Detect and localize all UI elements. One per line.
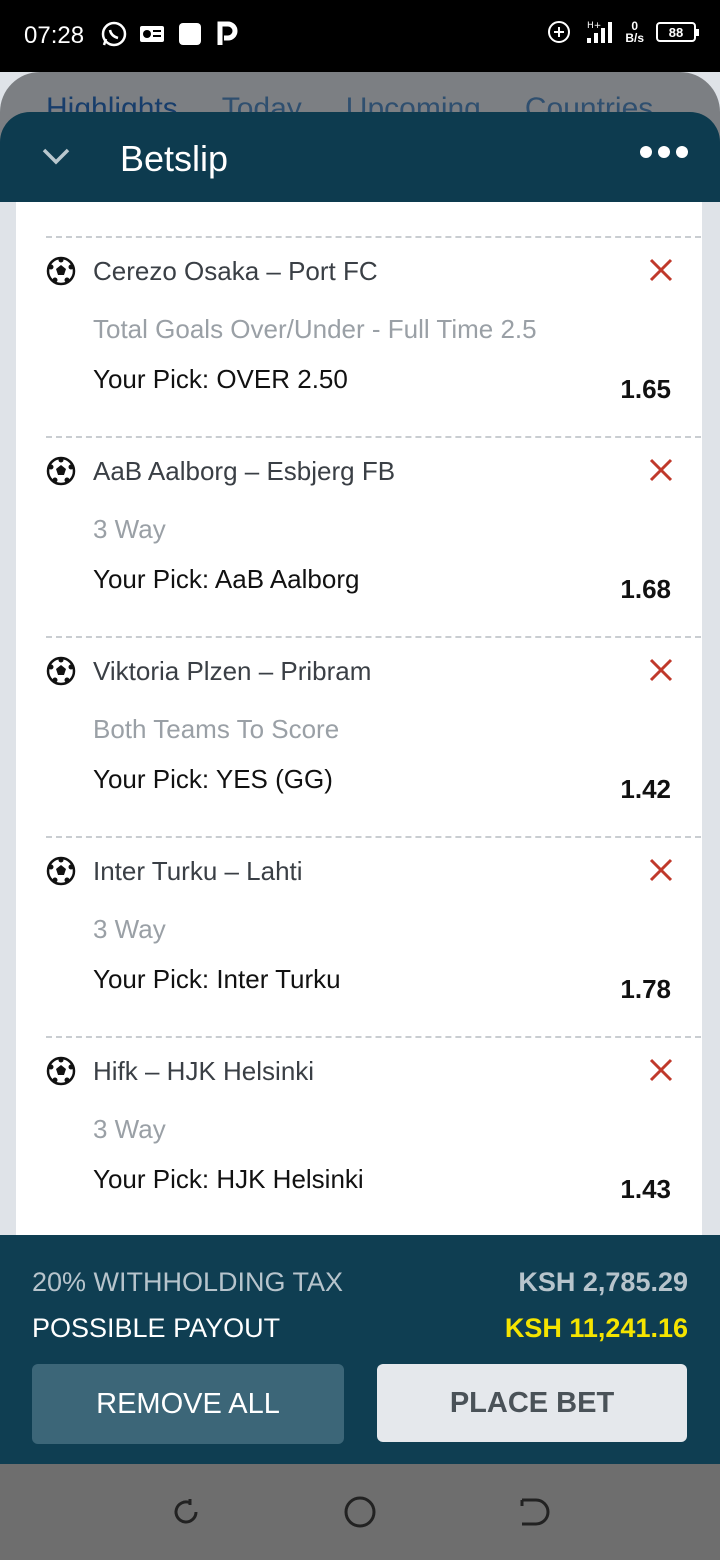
market-name: Both Teams To Score: [93, 714, 340, 744]
soccer-ball-icon: [46, 256, 76, 286]
bet-item: AaB Aalborg – Esbjerg FB 3 Way Your Pick…: [46, 436, 701, 636]
soccer-ball-icon: [46, 656, 76, 686]
match-name: AaB Aalborg – Esbjerg FB: [93, 456, 396, 486]
odds-value: 1.42: [620, 774, 671, 804]
soccer-ball-icon: [46, 456, 76, 486]
market-name: 3 Way: [93, 514, 166, 544]
your-pick: Your Pick: YES (GG): [93, 764, 333, 794]
close-icon[interactable]: [647, 456, 675, 484]
battery-icon: 88: [656, 22, 699, 42]
close-icon[interactable]: [647, 656, 675, 684]
data-saver-icon: [545, 18, 573, 46]
soccer-ball-icon: [46, 1056, 76, 1086]
outlook-icon: [138, 20, 166, 48]
withholding-tax-value: KSH 2,785.29: [518, 1267, 688, 1297]
network-speed: 0 B/s: [625, 19, 644, 45]
close-icon[interactable]: [647, 856, 675, 884]
your-pick: Your Pick: Inter Turku: [93, 964, 341, 994]
market-name: Total Goals Over/Under - Full Time 2.5: [93, 314, 537, 344]
bet-item: Viktoria Plzen – Pribram Both Teams To S…: [46, 636, 701, 836]
possible-payout-label: POSSIBLE PAYOUT: [32, 1313, 281, 1343]
withholding-tax-label: 20% WITHHOLDING TAX: [32, 1267, 344, 1297]
market-name: 3 Way: [93, 1114, 166, 1144]
betslip-footer: 20% WITHHOLDING TAX KSH 2,785.29 POSSIBL…: [0, 1235, 720, 1464]
match-name: Viktoria Plzen – Pribram: [93, 656, 372, 686]
possible-payout-value: KSH 11,241.16: [504, 1313, 688, 1343]
your-pick: Your Pick: AaB Aalborg: [93, 564, 360, 594]
remove-all-button[interactable]: REMOVE ALL: [32, 1364, 344, 1444]
place-bet-button[interactable]: PLACE BET: [377, 1364, 687, 1442]
market-name: 3 Way: [93, 914, 166, 944]
p-icon: [214, 20, 242, 48]
match-name: Cerezo Osaka – Port FC: [93, 256, 378, 286]
close-icon[interactable]: [647, 256, 675, 284]
status-bar: 07:28 H+ 0 B/s 88: [0, 0, 720, 72]
match-name: Hifk – HJK Helsinki: [93, 1056, 315, 1086]
betslip-title: Betslip: [120, 138, 229, 179]
more-options-icon[interactable]: [640, 146, 688, 158]
home-icon[interactable]: [342, 1494, 378, 1530]
match-name: Inter Turku – Lahti: [93, 856, 303, 886]
signal-icon: H+: [585, 18, 613, 46]
odds-value: 1.68: [620, 574, 671, 604]
odds-value: 1.43: [620, 1174, 671, 1204]
close-icon[interactable]: [647, 1056, 675, 1084]
svg-text:H+: H+: [587, 21, 601, 31]
recent-apps-icon[interactable]: [168, 1494, 204, 1530]
navigation-bar: [0, 1464, 720, 1560]
odds-value: 1.65: [620, 374, 671, 404]
chevron-down-icon[interactable]: [40, 140, 72, 172]
betslip-header: Betslip: [0, 112, 720, 202]
whatsapp-icon: [100, 20, 128, 48]
bet-item: Hifk – HJK Helsinki 3 Way Your Pick: HJK…: [46, 1036, 701, 1235]
your-pick: Your Pick: HJK Helsinki: [93, 1164, 364, 1194]
bet-item: Cerezo Osaka – Port FC Total Goals Over/…: [46, 236, 701, 436]
app-icon: [176, 20, 204, 48]
soccer-ball-icon: [46, 856, 76, 886]
betslip-body: Cerezo Osaka – Port FC Total Goals Over/…: [0, 202, 720, 1235]
betslip-sheet: Betslip Cerezo Osaka – Port FC Total Goa…: [0, 112, 720, 1464]
back-icon[interactable]: [516, 1494, 552, 1530]
bet-list[interactable]: Cerezo Osaka – Port FC Total Goals Over/…: [16, 202, 702, 1235]
bet-item: Inter Turku – Lahti 3 Way Your Pick: Int…: [46, 836, 701, 1036]
your-pick: Your Pick: OVER 2.50: [93, 364, 348, 394]
status-time: 07:28: [24, 22, 85, 49]
odds-value: 1.78: [620, 974, 671, 1004]
